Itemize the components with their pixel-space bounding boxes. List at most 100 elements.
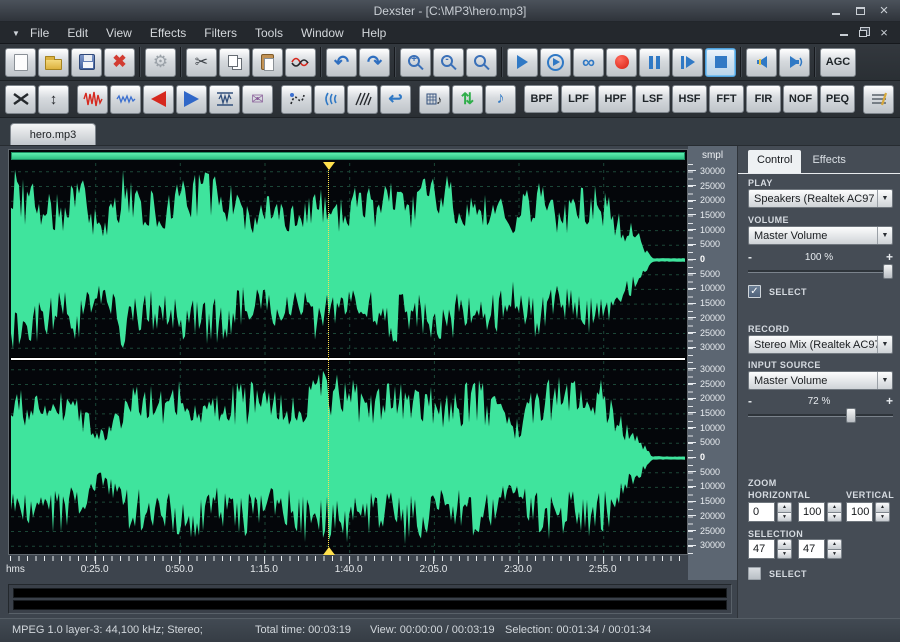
playback-device-button[interactable] (746, 48, 777, 77)
filter-bpf-button[interactable]: BPF (524, 85, 559, 113)
filter-hsf-button[interactable]: HSF (672, 85, 707, 113)
selection-end-spinner[interactable]: 47 ▲ ▼ (798, 539, 842, 559)
fade-out-button[interactable] (143, 85, 174, 114)
dropdown-arrow-icon[interactable]: ▼ (877, 336, 892, 353)
settings-button[interactable]: ⚙ (145, 48, 176, 77)
input-source-dropdown[interactable]: Master Volume ▼ (748, 371, 893, 390)
insert-silence-button[interactable]: ♪ (419, 85, 450, 114)
crossfade-button[interactable] (5, 85, 36, 114)
tab-effects[interactable]: Effects (803, 150, 854, 173)
menu-filters[interactable]: Filters (202, 25, 239, 41)
waveform-panel[interactable] (8, 149, 688, 555)
mix-paste-button[interactable] (285, 48, 316, 77)
redo-button[interactable]: ↷ (359, 48, 390, 77)
menu-edit[interactable]: Edit (65, 25, 90, 41)
convert-format-button[interactable]: ♪ (485, 85, 516, 114)
volume-slider-thumb[interactable] (883, 264, 893, 279)
zoom-vertical-value[interactable]: 100 (846, 502, 873, 522)
spin-up-button[interactable]: ▲ (875, 502, 890, 513)
spin-down-button[interactable]: ▼ (827, 549, 842, 560)
new-file-button[interactable] (5, 48, 36, 77)
document-tab[interactable]: hero.mp3 (10, 123, 96, 145)
cut-button[interactable]: ✂ (186, 48, 217, 77)
fade-in-button[interactable] (176, 85, 207, 114)
time-ruler[interactable]: hms 0:25.00:50.01:15.01:40.02:05.02:30.0… (10, 556, 684, 580)
input-slider-thumb[interactable] (846, 408, 856, 423)
pause-button[interactable] (639, 48, 670, 77)
input-plus-button[interactable]: + (886, 396, 893, 407)
dropdown-arrow-icon[interactable]: ▼ (877, 372, 892, 389)
zoom-in-button[interactable]: + (400, 48, 431, 77)
amplify-button[interactable] (77, 85, 108, 114)
zoom-vertical-spinner[interactable]: 100 ▲ ▼ (846, 502, 890, 522)
spin-up-button[interactable]: ▲ (827, 502, 842, 513)
stop-button[interactable] (705, 48, 736, 77)
record-device-dropdown[interactable]: Stereo Mix (Realtek AC97 A ▼ (748, 335, 893, 354)
spin-up-button[interactable]: ▲ (777, 539, 792, 550)
dropdown-arrow-icon[interactable]: ▼ (877, 190, 892, 207)
toolbar-options-chevron-icon[interactable]: ▼ (12, 29, 20, 38)
maximize-button[interactable] (850, 3, 870, 18)
volume-slider[interactable] (748, 264, 893, 279)
noise-reduction-button[interactable] (347, 85, 378, 114)
spin-up-button[interactable]: ▲ (827, 539, 842, 550)
zoom-selection-button[interactable] (466, 48, 497, 77)
agc-button[interactable]: AGC (820, 48, 856, 77)
filter-fft-button[interactable]: FFT (709, 85, 744, 113)
volume-slider-track[interactable] (748, 270, 893, 273)
attenuate-button[interactable] (110, 85, 141, 114)
spin-down-button[interactable]: ▼ (827, 512, 842, 523)
envelope-button[interactable]: ✉ (242, 85, 273, 114)
filter-hpf-button[interactable]: HPF (598, 85, 633, 113)
menu-file[interactable]: File (28, 25, 51, 41)
minimize-button[interactable] (826, 3, 846, 18)
zoom-h-start-value[interactable]: 0 (748, 502, 775, 522)
input-slider-track[interactable] (748, 414, 893, 417)
menu-window[interactable]: Window (299, 25, 346, 41)
loop-button[interactable]: ∞ (573, 48, 604, 77)
filter-nof-button[interactable]: NOF (783, 85, 818, 113)
reverse-button[interactable]: ↩ (380, 85, 411, 114)
reverb-button[interactable] (281, 85, 312, 114)
menu-help[interactable]: Help (360, 25, 389, 41)
play-button[interactable] (507, 48, 538, 77)
zoom-h-end-spinner[interactable]: 100 ▲ ▼ (798, 502, 842, 522)
spin-down-button[interactable]: ▼ (875, 512, 890, 523)
paste-button[interactable] (252, 48, 283, 77)
dropdown-arrow-icon[interactable]: ▼ (877, 227, 892, 244)
filter-lpf-button[interactable]: LPF (561, 85, 596, 113)
center-channel-button[interactable]: ↕ (38, 85, 69, 114)
tab-control[interactable]: Control (748, 150, 801, 173)
overview-position-bar[interactable] (11, 152, 685, 160)
record-device-button[interactable] (779, 48, 810, 77)
filter-peq-button[interactable]: PEQ (820, 85, 855, 113)
spin-down-button[interactable]: ▼ (777, 512, 792, 523)
playback-device-dropdown[interactable]: Speakers (Realtek AC97 Au ▼ (748, 189, 893, 208)
undo-button[interactable]: ↶ (326, 48, 357, 77)
zoom-h-end-value[interactable]: 100 (798, 502, 825, 522)
selection-start-spinner[interactable]: 47 ▲ ▼ (748, 539, 792, 559)
input-minus-button[interactable]: - (748, 396, 752, 407)
open-file-button[interactable] (38, 48, 69, 77)
spin-up-button[interactable]: ▲ (777, 502, 792, 513)
zoom-h-start-spinner[interactable]: 0 ▲ ▼ (748, 502, 792, 522)
filter-lsf-button[interactable]: LSF (635, 85, 670, 113)
resample-button[interactable]: ⇅ (452, 85, 483, 114)
volume-source-dropdown[interactable]: Master Volume ▼ (748, 226, 893, 245)
zoom-out-button[interactable]: - (433, 48, 464, 77)
selection-end-value[interactable]: 47 (798, 539, 825, 559)
zoom-select-checkbox[interactable] (748, 567, 761, 580)
spin-down-button[interactable]: ▼ (777, 549, 792, 560)
echo-button[interactable] (314, 85, 345, 114)
input-slider[interactable] (748, 408, 893, 423)
mdi-restore-button[interactable] (856, 26, 872, 39)
selection-start-value[interactable]: 47 (748, 539, 775, 559)
volume-minus-button[interactable]: - (748, 252, 752, 263)
volume-plus-button[interactable]: + (886, 252, 893, 263)
play-from-cursor-button[interactable] (672, 48, 703, 77)
waveform-channel-right[interactable] (11, 361, 685, 555)
play-all-button[interactable] (540, 48, 571, 77)
menu-effects[interactable]: Effects (148, 25, 188, 41)
equalizer-button[interactable] (863, 85, 894, 114)
close-file-button[interactable]: ✖ (104, 48, 135, 77)
